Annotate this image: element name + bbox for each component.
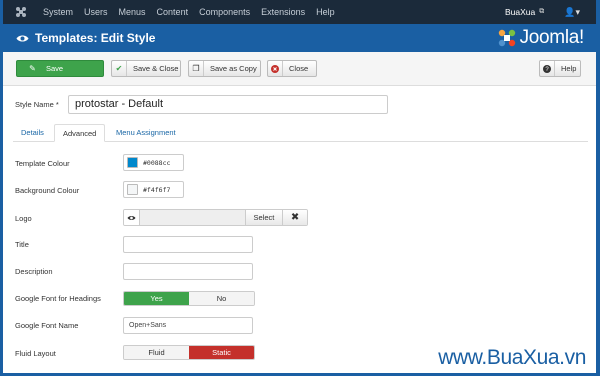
google-font-headings-label: Google Font for Headings <box>15 294 101 303</box>
static-button[interactable]: Static <box>189 346 254 359</box>
background-colour-label: Background Colour <box>15 186 80 195</box>
google-font-headings-toggle: Yes No <box>123 291 255 306</box>
check-icon: ✔ <box>112 61 127 76</box>
help-label: Help <box>561 64 577 73</box>
google-font-name-value: Open+Sans <box>129 322 167 329</box>
tab-details[interactable]: Details <box>13 124 52 142</box>
joomla-logo: Joomla! <box>497 27 584 49</box>
close-button[interactable]: Close <box>267 60 317 77</box>
save-copy-label: Save as Copy <box>210 64 257 73</box>
background-colour-swatch[interactable] <box>127 184 138 195</box>
style-name-label: Style Name * <box>15 100 59 109</box>
menu-content[interactable]: Content <box>157 7 189 17</box>
watermark-text: www.BuaXua.vn <box>438 346 586 369</box>
cancel-icon <box>268 61 283 76</box>
preview-eye-icon[interactable] <box>124 210 140 225</box>
menu-system[interactable]: System <box>43 7 73 17</box>
top-menu-bar: System Users Menus Content Components Ex… <box>3 0 596 24</box>
logo-select-button[interactable]: Select <box>244 210 283 225</box>
page-title: Templates: Edit Style <box>35 31 156 45</box>
template-colour-label: Template Colour <box>15 159 70 168</box>
fluid-layout-label: Fluid Layout <box>15 349 56 358</box>
logo-label: Logo <box>15 214 32 223</box>
logo-clear-button[interactable]: ✖ <box>282 210 307 225</box>
title-input-value <box>124 241 129 248</box>
menu-components[interactable]: Components <box>199 7 250 17</box>
joomla-logo-text: Joomla! <box>519 27 585 48</box>
template-colour-field[interactable]: #0088cc <box>123 154 184 171</box>
joomla-logo-icon <box>498 29 515 47</box>
joomla-small-icon[interactable] <box>11 6 31 18</box>
template-colour-swatch[interactable] <box>127 157 138 168</box>
menu-menus[interactable]: Menus <box>119 7 146 17</box>
edit-icon: ✎ <box>29 64 36 73</box>
background-colour-value: #f4f6f7 <box>143 185 171 194</box>
user-menu-icon[interactable]: 👤▾ <box>564 7 580 18</box>
logo-path-input[interactable] <box>139 210 245 225</box>
fluid-button[interactable]: Fluid <box>124 346 189 359</box>
logo-media-field: Select ✖ <box>123 209 308 226</box>
save-as-copy-button[interactable]: ❐ Save as Copy <box>188 60 261 77</box>
tab-advanced[interactable]: Advanced <box>54 124 106 142</box>
help-button[interactable]: ? Help <box>539 60 581 77</box>
tab-menu-assignment[interactable]: Menu Assignment <box>108 124 184 142</box>
save-close-label: Save & Close <box>133 64 179 73</box>
description-input[interactable] <box>123 263 253 280</box>
menu-help[interactable]: Help <box>316 7 335 17</box>
top-right: BuaXua ⧉ 👤▾ <box>505 7 596 18</box>
top-menu: System Users Menus Content Components Ex… <box>43 7 346 17</box>
tab-bar: Details Advanced Menu Assignment <box>13 124 588 142</box>
toolbar: ✎ Save ✔ Save & Close ❐ Save as Copy Clo… <box>3 52 596 86</box>
external-link-icon[interactable]: ⧉ <box>539 8 544 16</box>
page-header: Templates: Edit Style Joomla! <box>3 24 596 52</box>
site-name-link[interactable]: BuaXua <box>505 7 535 17</box>
admin-window: System Users Menus Content Components Ex… <box>3 0 596 373</box>
title-input[interactable] <box>123 236 253 253</box>
fluid-layout-toggle: Fluid Static <box>123 345 255 360</box>
close-label: Close <box>289 64 309 73</box>
save-close-button[interactable]: ✔ Save & Close <box>111 60 181 77</box>
save-label: Save <box>46 64 64 73</box>
menu-extensions[interactable]: Extensions <box>261 7 305 17</box>
description-label: Description <box>15 267 53 276</box>
description-input-value <box>124 268 129 275</box>
google-font-no-button[interactable]: No <box>189 292 254 305</box>
style-name-input[interactable]: protostar - Default <box>68 95 388 114</box>
background-colour-field[interactable]: #f4f6f7 <box>123 181 184 198</box>
template-colour-value: #0088cc <box>143 158 171 167</box>
copy-icon: ❐ <box>189 61 204 76</box>
google-font-yes-button[interactable]: Yes <box>124 292 189 305</box>
eye-icon <box>16 34 29 43</box>
google-font-name-label: Google Font Name <box>15 321 79 330</box>
question-icon: ? <box>540 61 555 76</box>
menu-users[interactable]: Users <box>84 7 108 17</box>
save-button[interactable]: ✎ Save <box>16 60 104 77</box>
google-font-name-input[interactable]: Open+Sans <box>123 317 253 334</box>
title-label: Title <box>15 240 29 249</box>
